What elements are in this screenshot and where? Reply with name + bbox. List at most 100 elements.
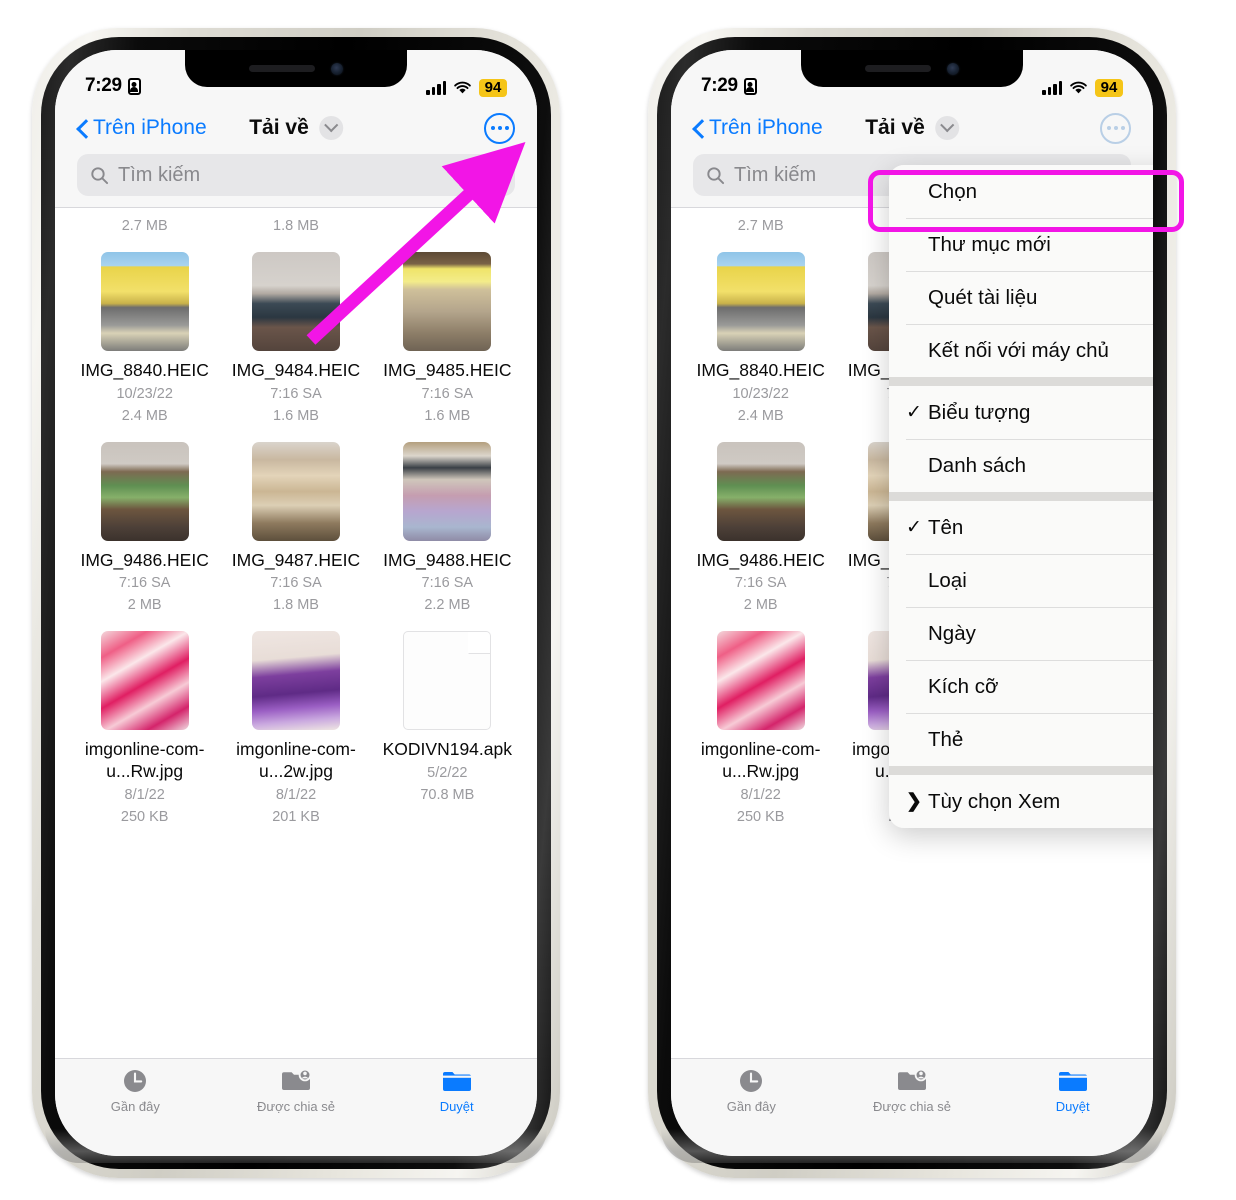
file-name: imgonline-com-u...Rw.jpg: [84, 739, 205, 782]
phone-left: 7:29 94 Trên iPhone Tải về Tìm kiếm 2.7 …: [32, 28, 560, 1178]
navigation-bar: Trên iPhone Tải về: [55, 102, 537, 154]
tab-label: Duyệt: [1055, 1099, 1090, 1114]
file-item[interactable]: IMG_9488.HEIC 7:16 SA 2.2 MB: [372, 426, 523, 616]
menu-item[interactable]: Ngày: [889, 607, 1153, 660]
file-date: 8/1/22: [275, 786, 317, 803]
file-date: 10/23/22: [116, 385, 173, 402]
status-bar-right: 94: [1042, 79, 1123, 97]
tab-label: Được chia sẻ: [873, 1099, 951, 1114]
earpiece-speaker: [865, 65, 931, 72]
menu-item[interactable]: ✓ Tên: [889, 501, 1153, 554]
notch: [801, 50, 1023, 87]
file-size: 70.8 MB: [420, 787, 475, 804]
menu-item[interactable]: Thẻ: [889, 713, 1153, 766]
file-thumbnail: [100, 441, 189, 541]
tab-label: Duyệt: [439, 1099, 474, 1114]
tab-shared-folder[interactable]: Được chia sẻ: [216, 1059, 377, 1156]
menu-item-label: Thẻ: [928, 727, 964, 751]
status-time: 7:29: [85, 75, 122, 96]
chevron-left-icon: [77, 119, 88, 138]
file-item[interactable]: imgonline-com-u...Rw.jpg 8/1/22 250 KB: [685, 615, 836, 826]
file-size: 2.4 MB: [121, 407, 168, 424]
file-size: 2 MB: [127, 597, 162, 614]
file-item[interactable]: IMG_9484.HEIC 7:16 SA 1.6 MB: [220, 236, 371, 426]
menu-item[interactable]: Quét tài liệu: [889, 271, 1153, 324]
menu-group-separator: [889, 766, 1153, 775]
menu-item[interactable]: Chọn: [889, 165, 1153, 218]
menu-item[interactable]: Thư mục mới: [889, 218, 1153, 271]
more-options-button[interactable]: [1100, 112, 1131, 144]
tab-folder[interactable]: Duyệt: [992, 1059, 1153, 1156]
file-name: IMG_9486.HEIC: [696, 549, 825, 570]
file-date: 10/23/22: [732, 385, 789, 402]
cellular-signal-icon: [1042, 81, 1062, 95]
file-thumbnail: [403, 252, 492, 351]
folder-icon: [442, 1067, 472, 1095]
tab-clock[interactable]: Gần đây: [55, 1059, 216, 1156]
file-thumbnail: [251, 252, 340, 351]
menu-item[interactable]: ✓ Biểu tượng: [889, 386, 1153, 439]
file-item[interactable]: IMG_8840.HEIC 10/23/22 2.4 MB: [69, 236, 220, 426]
menu-item[interactable]: ❯ Tùy chọn Xem: [889, 775, 1153, 828]
menu-item[interactable]: Kết nối với máy chủ: [889, 324, 1153, 377]
file-name: imgonline-com-u...2w.jpg: [236, 739, 356, 782]
file-size: 2 MB: [743, 597, 778, 614]
file-date: 5/2/22: [427, 765, 468, 782]
file-item[interactable]: IMG_8840.HEIC 10/23/22 2.4 MB: [685, 236, 836, 426]
file-grid: IMG_8840.HEIC 10/23/22 2.4 MB IMG_9484.HEIC…: [55, 236, 537, 827]
back-button[interactable]: Trên iPhone: [693, 116, 823, 140]
lock-portrait-icon: [743, 77, 757, 95]
battery-percentage: 94: [1095, 79, 1123, 97]
file-size: 250 KB: [736, 808, 785, 825]
back-button[interactable]: Trên iPhone: [77, 116, 207, 140]
file-thumbnail: [100, 631, 189, 731]
file-name: IMG_9487.HEIC: [231, 549, 361, 570]
checkmark-icon: ✓: [906, 402, 922, 423]
menu-item-label: Tùy chọn Xem: [928, 789, 1061, 813]
tab-folder[interactable]: Duyệt: [376, 1059, 537, 1156]
file-item[interactable]: KODIVN194.apk 5/2/22 70.8 MB: [372, 615, 523, 826]
menu-item[interactable]: Loại: [889, 554, 1153, 607]
file-item[interactable]: IMG_9486.HEIC 7:16 SA 2 MB: [685, 426, 836, 616]
search-input[interactable]: Tìm kiếm: [77, 154, 515, 196]
status-bar-left: 7:29: [701, 75, 757, 97]
file-item[interactable]: IMG_9485.HEIC 7:16 SA 1.6 MB: [372, 236, 523, 426]
phone-right: 7:29 94 Trên iPhone Tải về Tìm kiếm 2.7 …: [648, 28, 1176, 1178]
file-item[interactable]: IMG_9486.HEIC 7:16 SA 2 MB: [69, 426, 220, 616]
menu-item[interactable]: Danh sách: [889, 439, 1153, 492]
tab-label: Được chia sẻ: [257, 1099, 335, 1114]
clock-icon: [121, 1067, 149, 1095]
tab-clock[interactable]: Gần đây: [671, 1059, 832, 1156]
partial-cell: 2.7 MB: [685, 207, 836, 236]
menu-item-label: Loại: [928, 568, 967, 592]
file-name: IMG_9488.HEIC: [383, 549, 512, 570]
tab-shared-folder[interactable]: Được chia sẻ: [832, 1059, 993, 1156]
file-name: IMG_8840.HEIC: [80, 360, 209, 380]
notch: [185, 50, 407, 87]
wifi-icon: [453, 81, 472, 95]
file-size: 2.7 MB: [737, 218, 784, 234]
file-name: IMG_9486.HEIC: [80, 549, 209, 570]
menu-item[interactable]: Kích cỡ: [889, 660, 1153, 713]
file-browser-content[interactable]: 2.7 MB 1.8 MB IMG_8840.HEIC 10/23/22 2.4 M…: [55, 207, 537, 1058]
file-size: 1.8 MB: [273, 218, 319, 234]
front-camera-icon: [947, 62, 959, 75]
menu-item-label: Chọn: [928, 179, 978, 203]
chevron-down-icon[interactable]: [318, 116, 343, 140]
context-menu[interactable]: Chọn Thư mục mới Quét tài liệu Kết nối với …: [889, 165, 1153, 828]
lock-portrait-icon: [127, 77, 141, 95]
file-name: KODIVN194.apk: [382, 739, 512, 760]
file-item[interactable]: imgonline-com-u...Rw.jpg 8/1/22 250 KB: [69, 615, 220, 826]
file-item[interactable]: imgonline-com-u...2w.jpg 8/1/22 201 KB: [220, 615, 371, 826]
page-title: Tải về: [249, 116, 309, 139]
more-options-button[interactable]: [484, 112, 515, 144]
file-date: 7:16 SA: [421, 385, 474, 402]
file-date: 7:16 SA: [421, 575, 474, 592]
file-name: IMG_9484.HEIC: [231, 360, 361, 380]
file-size: 1.6 MB: [424, 407, 471, 424]
file-date: 7:16 SA: [118, 575, 171, 592]
document-icon: [403, 631, 492, 731]
chevron-down-icon[interactable]: [934, 116, 959, 140]
file-item[interactable]: IMG_9487.HEIC 7:16 SA 1.8 MB: [220, 426, 371, 616]
status-time: 7:29: [701, 75, 738, 96]
